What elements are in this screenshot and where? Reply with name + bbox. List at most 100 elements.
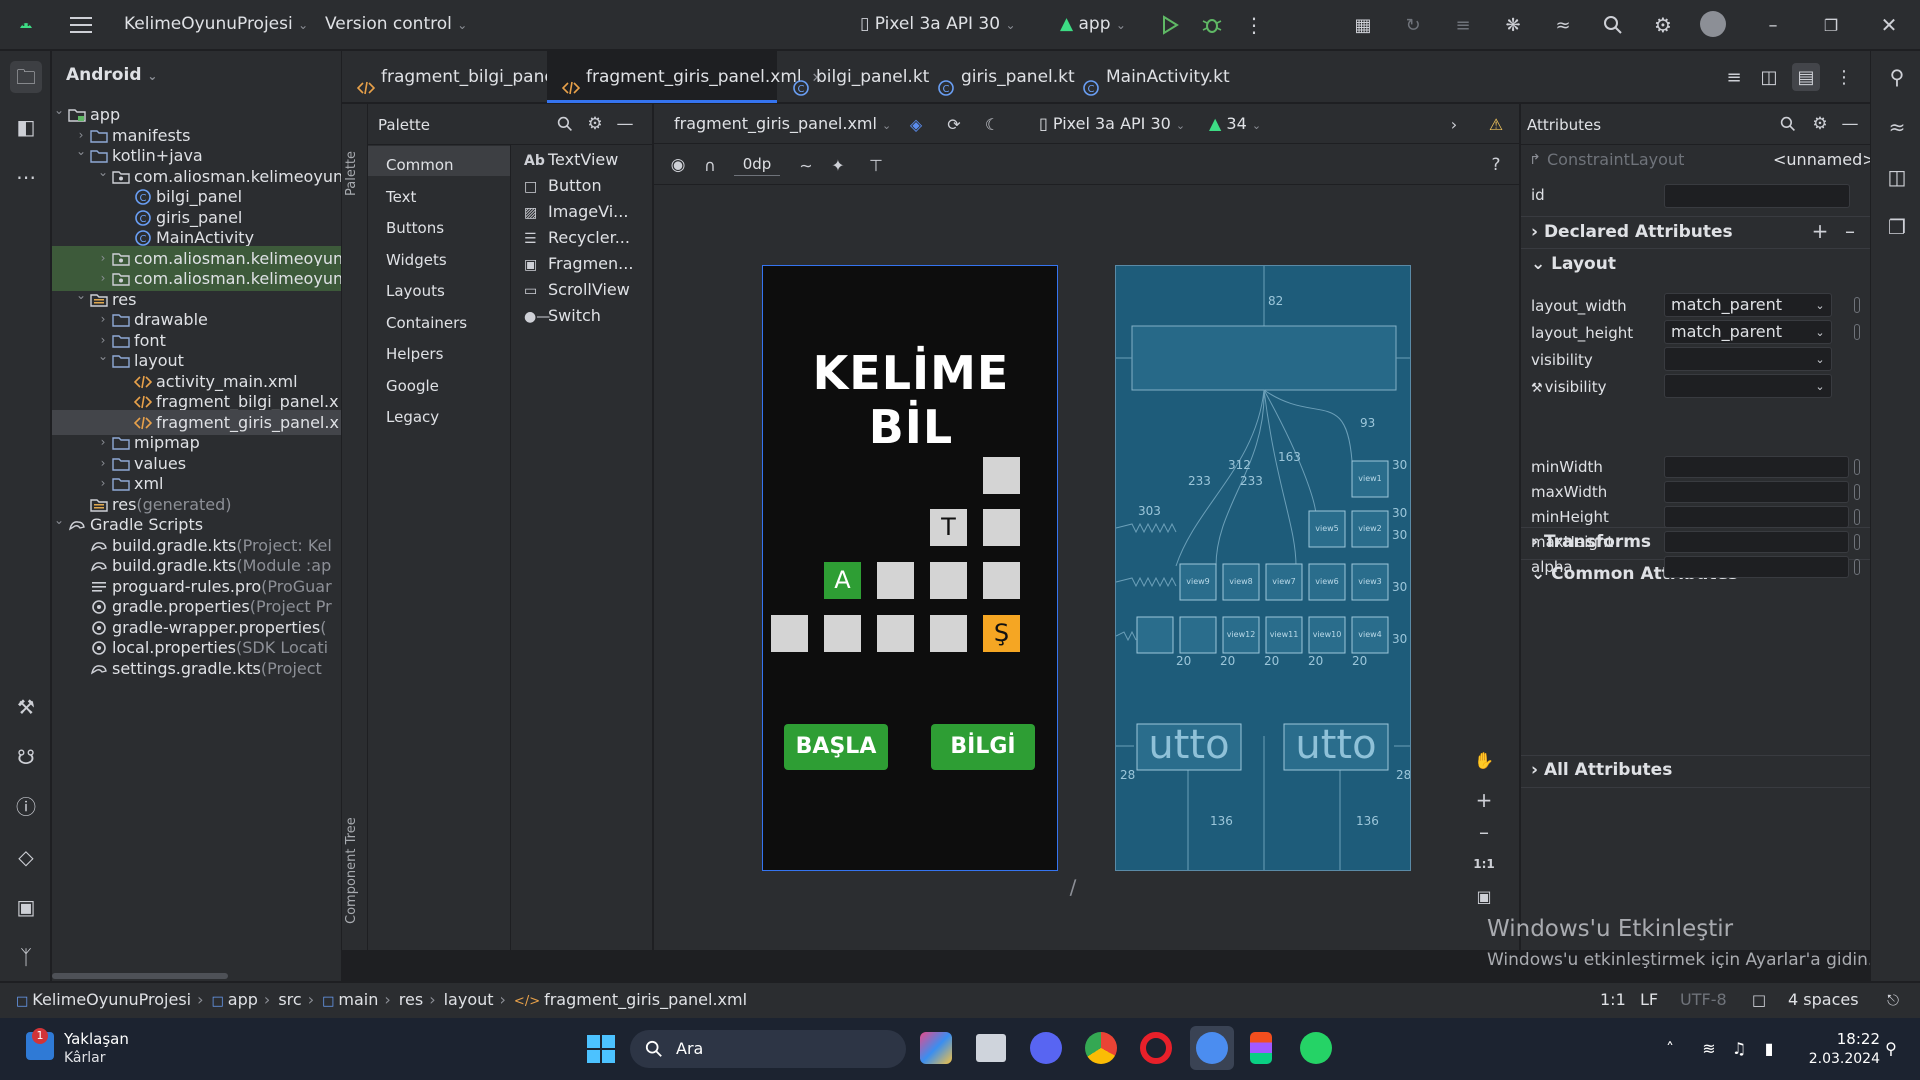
- device-file-icon[interactable]: ◫: [1881, 161, 1913, 193]
- magnet-icon[interactable]: ∩: [698, 153, 722, 177]
- palette-category-layouts[interactable]: Layouts: [386, 282, 445, 300]
- chevron-down-icon[interactable]: ⌄: [74, 287, 88, 308]
- file-encoding[interactable]: UTF-8: [1680, 990, 1727, 1009]
- wifi-icon[interactable]: ≋: [1698, 1036, 1720, 1060]
- palette-item-scrollview[interactable]: ▭ ScrollView: [524, 280, 630, 299]
- chrome-icon[interactable]: [1085, 1032, 1117, 1064]
- resource-picker-icon[interactable]: [1854, 324, 1860, 340]
- clear-constraints-icon[interactable]: ∼: [794, 153, 818, 177]
- opera-icon[interactable]: [1140, 1032, 1172, 1064]
- notification-bell-icon[interactable]: ⚲: [1880, 1036, 1902, 1060]
- palette-category-text[interactable]: Text: [386, 188, 416, 206]
- indent-setting[interactable]: 4 spaces: [1788, 990, 1859, 1009]
- search-icon[interactable]: [1600, 12, 1626, 38]
- discord-icon[interactable]: [1030, 1032, 1062, 1064]
- letter-cell[interactable]: [983, 562, 1020, 599]
- project-selector[interactable]: KelimeOyunuProjesi ⌄: [124, 14, 308, 34]
- battery-icon[interactable]: ▮: [1758, 1036, 1780, 1060]
- restore-icon[interactable]: ❐: [1818, 12, 1844, 38]
- terminal-icon[interactable]: ▣: [10, 891, 42, 923]
- project-view-selector[interactable]: Android ⌄: [66, 65, 157, 85]
- chevron-down-icon[interactable]: ⌄: [1811, 322, 1829, 342]
- hide-panel-icon[interactable]: —: [1839, 113, 1861, 135]
- pan-hand-icon[interactable]: ✋: [1472, 748, 1496, 772]
- chevron-down-icon[interactable]: ⌄: [96, 348, 110, 369]
- breadcrumb-item[interactable]: </> fragment_giris_panel.xml: [514, 990, 747, 1009]
- tab-giris-panel-kt[interactable]: Cgiris_panel.kt: [922, 51, 1075, 103]
- eye-icon[interactable]: ◉: [666, 153, 690, 177]
- infer-constraints-icon[interactable]: ✦: [826, 153, 850, 177]
- read-only-icon[interactable]: □: [1748, 989, 1770, 1011]
- add-attribute-icon[interactable]: +: [1809, 219, 1831, 243]
- logcat-icon[interactable]: ☋: [10, 741, 42, 773]
- clock-date[interactable]: 2.03.2024: [1790, 1051, 1880, 1067]
- palette-item-textview[interactable]: Ab TextView: [524, 150, 618, 169]
- chevron-down-icon[interactable]: ⌄: [1811, 349, 1829, 369]
- zoom-fit-icon[interactable]: ▣: [1472, 884, 1496, 908]
- id-field[interactable]: [1664, 184, 1850, 208]
- letter-cell[interactable]: [877, 615, 914, 652]
- run-icon[interactable]: [1158, 13, 1182, 37]
- settings-gear-icon[interactable]: ⚙: [1809, 113, 1831, 135]
- letter-cell[interactable]: [983, 457, 1020, 494]
- split-view-icon[interactable]: ◫: [1757, 65, 1781, 89]
- breadcrumb-item[interactable]: □ app: [212, 990, 258, 1009]
- palette-category-containers[interactable]: Containers: [386, 314, 467, 332]
- night-mode-icon[interactable]: ☾: [980, 112, 1004, 136]
- palette-item-switch[interactable]: ●—Switch: [524, 306, 601, 325]
- git-branch-icon[interactable]: ᛉ: [10, 941, 42, 973]
- palette-category-buttons[interactable]: Buttons: [386, 219, 444, 237]
- attr-field-minheight[interactable]: [1664, 506, 1849, 528]
- tab-mainactivity-kt[interactable]: C MainActivity.kt: [1067, 51, 1232, 103]
- run-config-selector[interactable]: ▲ app ⌄: [1060, 14, 1126, 34]
- caret-position[interactable]: 1:1: [1600, 990, 1626, 1009]
- chevron-right-icon[interactable]: ›: [1442, 112, 1466, 136]
- attr-field-maxheight[interactable]: [1664, 531, 1849, 553]
- design-view-icon[interactable]: ▤: [1792, 63, 1820, 91]
- attr-dropdown-layout-width[interactable]: match_parent: [1664, 293, 1832, 317]
- help-icon[interactable]: ?: [1484, 153, 1508, 177]
- chevron-down-icon[interactable]: ⌄: [74, 143, 88, 164]
- volume-icon[interactable]: ♫: [1728, 1036, 1750, 1060]
- chevron-down-icon[interactable]: ⌄: [96, 164, 110, 185]
- problems-icon[interactable]: ⓘ: [10, 791, 42, 823]
- palette-category-google[interactable]: Google: [386, 377, 439, 395]
- copilot-pre-icon[interactable]: [920, 1032, 952, 1064]
- horizontal-scrollbar[interactable]: [52, 971, 341, 981]
- chevron-down-icon[interactable]: ⌄: [52, 102, 66, 123]
- windows-start-icon[interactable]: [586, 1034, 616, 1064]
- resource-picker-icon[interactable]: [1854, 459, 1860, 475]
- figma-icon[interactable]: [1250, 1032, 1272, 1064]
- notifications-bell-icon[interactable]: ⚲: [1881, 61, 1913, 93]
- weather-subtitle[interactable]: Kârlar: [64, 1050, 106, 1066]
- palette-item-button[interactable]: □ Button: [524, 176, 602, 195]
- resource-picker-icon[interactable]: [1854, 534, 1860, 550]
- resource-picker-icon[interactable]: [1854, 297, 1860, 313]
- layout-section[interactable]: ⌄ Layout: [1531, 254, 1616, 274]
- settings-gear-icon[interactable]: ⚙: [584, 113, 606, 135]
- breadcrumb-item[interactable]: res: [399, 990, 423, 1009]
- chevron-up-icon[interactable]: ˄: [1660, 1036, 1680, 1060]
- resource-picker-icon[interactable]: [1854, 484, 1860, 500]
- resource-picker-icon[interactable]: [1854, 509, 1860, 525]
- tab-bilgi-panel-kt[interactable]: Cbilgi_panel.kt: [777, 51, 929, 103]
- orientation-icon[interactable]: ⟳: [942, 112, 966, 136]
- letter-cell[interactable]: [930, 615, 967, 652]
- bug-report-icon[interactable]: ❋: [1500, 12, 1526, 38]
- more-vertical-icon[interactable]: ⋮: [1832, 65, 1856, 89]
- preview-device-selector[interactable]: ▯ Pixel 3a API 30 ⌄: [1039, 114, 1185, 133]
- palette-category-common[interactable]: Common: [386, 156, 454, 174]
- component-tree-side-label[interactable]: Component Tree: [344, 794, 366, 924]
- palette-item-recycler-[interactable]: ☰ Recycler...: [524, 228, 630, 247]
- attr-field-alpha[interactable]: [1664, 556, 1849, 578]
- letter-cell[interactable]: A: [824, 562, 861, 599]
- attr-dropdown-visibility[interactable]: [1664, 374, 1832, 398]
- gem-icon[interactable]: ◇: [10, 841, 42, 873]
- attr-dropdown-visibility[interactable]: [1664, 347, 1832, 371]
- running-devices-icon[interactable]: ❐: [1881, 211, 1913, 243]
- settings-gear-icon[interactable]: ⚙: [1650, 12, 1676, 38]
- vcs-selector[interactable]: Version control ⌄: [325, 14, 467, 34]
- main-menu-icon[interactable]: [68, 12, 94, 38]
- letter-cell[interactable]: [824, 615, 861, 652]
- clock-time[interactable]: 18:22: [1802, 1030, 1880, 1048]
